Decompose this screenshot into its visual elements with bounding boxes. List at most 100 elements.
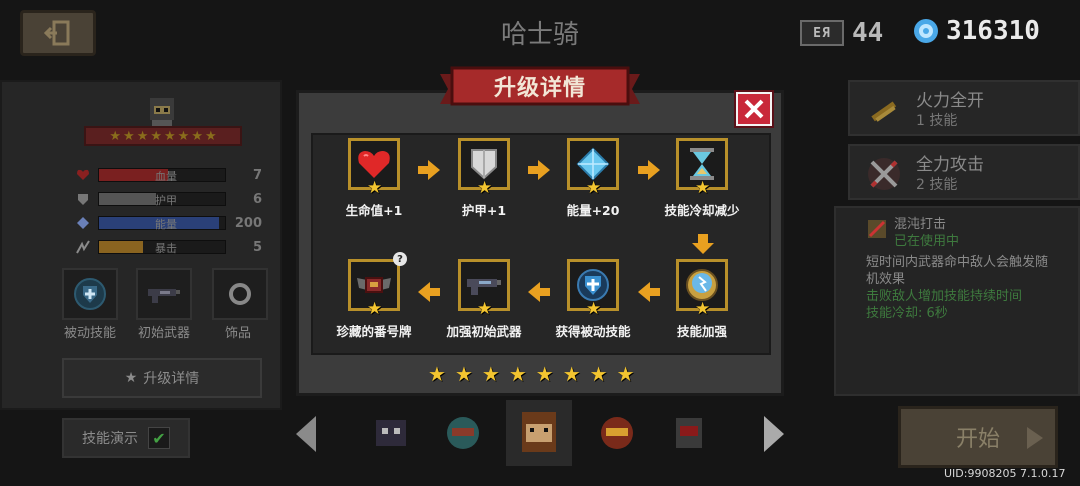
character-thumb[interactable] xyxy=(664,408,714,458)
character-thumb[interactable] xyxy=(592,408,642,458)
upgrade-item-passive: ★ 获得被动技能 xyxy=(543,259,643,340)
star-icon: ★ xyxy=(477,299,493,319)
skill-desc-status: 已在使用中 xyxy=(894,234,960,249)
skill-orb-icon xyxy=(686,269,718,301)
skill-demo-toggle[interactable]: 技能演示 ✔ xyxy=(62,418,190,458)
close-icon xyxy=(744,99,764,119)
page-title: 哈士骑 xyxy=(500,20,579,50)
upgrade-item-badge: ★ ? 珍藏的番号牌 xyxy=(324,252,424,340)
skill-card-1[interactable]: 火力全开 1 技能 xyxy=(848,80,1080,136)
upgrade-details-label: 升级详情 xyxy=(143,371,200,387)
stat-armor: 护甲 6 xyxy=(76,190,266,208)
skill-name: 全力攻击 xyxy=(916,155,984,175)
hourglass-icon xyxy=(690,148,714,180)
ring-icon xyxy=(229,283,251,305)
firepower-icon xyxy=(871,101,897,122)
star-icon: ★ xyxy=(477,178,493,198)
stat-value: 7 xyxy=(252,167,262,183)
star-icon: ★ xyxy=(589,362,608,386)
character-thumb[interactable] xyxy=(366,408,416,458)
character-avatar xyxy=(150,98,174,130)
star-icon: ★ xyxy=(481,362,500,386)
stat-name: 护甲 xyxy=(155,194,177,207)
star-icon: ★ xyxy=(695,299,711,319)
star-icon: ★ xyxy=(367,178,383,198)
upgrade-item-armor: ★ 护甲+1 xyxy=(434,138,534,219)
stat-value: 5 xyxy=(252,239,262,255)
star-icon: ★ xyxy=(124,370,138,386)
heart-icon xyxy=(358,151,390,178)
gem-display: 316310 xyxy=(912,16,1040,46)
skill-name: 火力全开 xyxy=(916,91,984,111)
back-button[interactable] xyxy=(20,10,96,56)
upgrade-details-button[interactable]: ★ 升级详情 xyxy=(62,358,262,398)
skill-sub: 1 技能 xyxy=(916,113,958,129)
star-icon: ★ xyxy=(586,178,602,198)
stat-name: 血量 xyxy=(155,170,177,183)
upgrade-label: 护甲+1 xyxy=(461,203,507,218)
upgrade-label: 能量+20 xyxy=(566,203,620,218)
star-icon: ★ xyxy=(367,299,383,319)
modal-title: 升级详情 xyxy=(493,76,586,101)
starting-weapon-slot[interactable] xyxy=(136,268,192,320)
crossed-swords-icon xyxy=(868,158,900,190)
play-arrow-icon xyxy=(1027,427,1043,449)
skill-sub: 2 技能 xyxy=(916,177,958,193)
upgrade-label: 珍藏的番号牌 xyxy=(336,324,412,339)
stat-health: 血量 7 xyxy=(76,166,266,184)
upgrade-label: 获得被动技能 xyxy=(555,324,631,339)
upgrade-item-cooldown: ★ 技能冷却减少 xyxy=(652,138,752,219)
skill-demo-label: 技能演示 xyxy=(82,431,138,447)
prev-character-arrow[interactable] xyxy=(292,414,320,454)
level-icon: ЕЯ xyxy=(800,20,844,46)
character-thumb-selected[interactable] xyxy=(506,400,572,466)
character-thumb[interactable] xyxy=(438,408,488,458)
close-button[interactable] xyxy=(736,92,772,126)
skill-desc-text: 短时间内武器命中敌人会触发随机效果 xyxy=(866,255,1049,287)
upgrade-item-skill-boost: ★ 技能加强 xyxy=(652,259,752,340)
exit-door-icon xyxy=(43,20,70,46)
star-icon: ★ xyxy=(454,362,473,386)
upgrade-item-health: ★ 生命值+1 xyxy=(324,138,424,219)
stat-value: 200 xyxy=(234,215,262,231)
skill-desc-cooldown: 技能冷却: 6秒 xyxy=(866,306,948,321)
passive-shield-icon xyxy=(577,269,609,301)
winged-badge-icon xyxy=(357,277,391,293)
upgrade-item-weapon: ★ 加强初始武器 xyxy=(434,259,534,340)
upgrade-label: 技能加强 xyxy=(676,324,727,339)
start-button[interactable]: 开始 xyxy=(898,406,1058,468)
stat-crit: 暴击 5 xyxy=(76,238,266,256)
next-character-arrow[interactable] xyxy=(760,414,788,454)
upgrade-item-energy: ★ 能量+20 xyxy=(543,138,643,219)
energy-icon xyxy=(77,217,89,229)
gun-icon xyxy=(467,279,501,295)
level-value: 44 xyxy=(852,18,884,48)
level-display: ЕЯ 44 xyxy=(800,18,883,48)
heart-icon xyxy=(77,169,89,180)
checkmark-icon[interactable]: ✔ xyxy=(148,427,170,449)
accessory-slot[interactable] xyxy=(212,268,268,320)
stat-name: 能量 xyxy=(155,218,177,231)
star-icon: ★ xyxy=(562,362,581,386)
character-star-rating: ★ ★ ★ ★ ★ ★ ★ ★ xyxy=(84,126,242,146)
passive-shield-icon xyxy=(74,278,106,310)
energy-crystal-icon xyxy=(576,147,610,181)
upgrade-label: 生命值+1 xyxy=(345,203,403,218)
info-icon[interactable]: ? xyxy=(393,252,407,266)
passive-skill-slot[interactable] xyxy=(62,268,118,320)
stat-value: 6 xyxy=(252,191,262,207)
skill-card-2[interactable]: 全力攻击 2 技能 xyxy=(848,144,1080,200)
armor-shield-icon xyxy=(471,149,497,180)
star-icon: ★ xyxy=(616,362,635,386)
upgrade-label: 加强初始武器 xyxy=(446,324,522,339)
stat-energy: 能量 200 xyxy=(76,214,266,232)
star-icon: ★ xyxy=(508,362,527,386)
star-icon: ★ xyxy=(428,362,446,386)
uid-label: UID:9908205 7.1.0.17 xyxy=(944,467,1066,480)
accessory-label: 饰品 xyxy=(224,326,251,341)
skill-desc-bonus: 击败敌人增加技能持续时间 xyxy=(866,289,1023,304)
gem-count: 316310 xyxy=(946,16,1040,46)
skill-description-panel: 混沌打击 已在使用中 短时间内武器命中敌人会触发随机效果 击败敌人增加技能持续时… xyxy=(834,206,1080,396)
chaos-strike-icon xyxy=(868,220,886,238)
stat-name: 暴击 xyxy=(155,242,177,255)
